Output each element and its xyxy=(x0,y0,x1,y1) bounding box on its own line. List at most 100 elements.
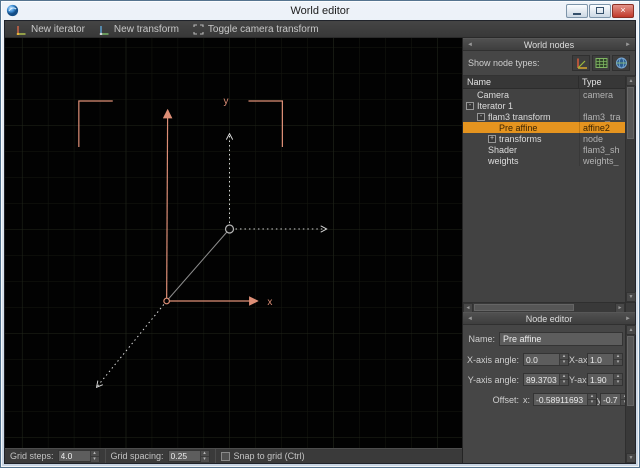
node-type-filter-globe-button[interactable] xyxy=(612,55,630,71)
scrollbar-corner xyxy=(625,302,635,312)
row-label: transforms xyxy=(499,134,542,144)
snap-to-grid-checkbox[interactable] xyxy=(221,452,230,461)
spin-down-icon[interactable]: ▾ xyxy=(201,457,209,462)
grid-steps-value[interactable] xyxy=(59,451,90,461)
collapse-right-icon[interactable]: ► xyxy=(625,40,631,50)
spin-down-icon[interactable]: ▾ xyxy=(560,380,568,385)
close-icon: × xyxy=(620,6,625,15)
tree-row-pre-affine[interactable]: Pre affine affine2 xyxy=(463,122,625,133)
grid-major xyxy=(5,38,462,448)
node-type-filter-axes-button[interactable] xyxy=(572,55,590,71)
tree-expander-icon[interactable]: - xyxy=(477,113,485,121)
node-editor-header[interactable]: ◄ Node editor ► xyxy=(463,312,635,325)
row-label: weights xyxy=(488,156,519,166)
scrollbar-thumb[interactable] xyxy=(627,336,634,406)
tree-expander-icon[interactable]: - xyxy=(466,102,474,110)
maximize-button[interactable] xyxy=(589,4,611,18)
scroll-up-icon[interactable]: ▲ xyxy=(626,325,636,335)
offset-x-label: x: xyxy=(523,395,533,405)
new-iterator-button[interactable]: New iterator xyxy=(11,23,90,36)
x-axis-angle-input[interactable]: ▴ ▾ xyxy=(523,353,569,366)
offset-y-value[interactable] xyxy=(601,394,620,405)
spin-down-icon[interactable]: ▾ xyxy=(614,380,622,385)
y-axis-length-label: Y-axis length: xyxy=(569,375,587,385)
column-header-name[interactable]: Name xyxy=(463,76,579,88)
world-nodes-title: World nodes xyxy=(524,40,574,50)
tree-row-camera[interactable]: Camera camera xyxy=(463,89,625,100)
grid-steps-input[interactable]: ▴ ▾ xyxy=(58,450,100,462)
toggle-camera-transform-icon xyxy=(193,24,204,35)
node-editor-title: Node editor xyxy=(526,314,573,324)
spin-down-icon[interactable]: ▾ xyxy=(91,457,99,462)
grid-filter-icon xyxy=(595,57,608,69)
minimize-button[interactable] xyxy=(566,4,588,18)
tree-expander-icon[interactable]: + xyxy=(488,135,496,143)
y-axis-angle-input[interactable]: ▴ ▾ xyxy=(523,373,569,386)
collapse-right-icon[interactable]: ► xyxy=(625,314,631,324)
grid-spacing-label: Grid spacing: xyxy=(111,451,164,461)
grid-spacing-value[interactable] xyxy=(169,451,200,461)
node-editor-panel: Name: X-axis angle: ▴ ▾ xyxy=(463,325,635,463)
tree-row-iterator-1[interactable]: - Iterator 1 xyxy=(463,100,625,111)
name-label: Name: xyxy=(465,334,499,344)
y-axis-length-input[interactable]: ▴ ▾ xyxy=(587,373,623,386)
new-transform-button[interactable]: New transform xyxy=(94,23,184,36)
row-type: affine2 xyxy=(579,122,625,133)
node-handle[interactable] xyxy=(226,225,234,233)
statusbar-separator xyxy=(105,449,106,463)
row-label: Iterator 1 xyxy=(477,101,513,111)
close-button[interactable]: × xyxy=(612,4,634,18)
scroll-up-icon[interactable]: ▲ xyxy=(626,76,636,86)
scrollbar-thumb[interactable] xyxy=(627,87,634,139)
world-editor-window: World editor × New iterator xyxy=(0,0,640,468)
row-label: Pre affine xyxy=(499,123,537,133)
tree-header: Name Type xyxy=(463,76,625,89)
name-input[interactable] xyxy=(499,332,623,346)
axis-label-y: y xyxy=(224,96,229,107)
toggle-camera-transform-button[interactable]: Toggle camera transform xyxy=(188,23,324,36)
row-type: camera xyxy=(579,89,625,100)
row-type: flam3_sh xyxy=(579,144,625,155)
y-axis-angle-label: Y-axis angle: xyxy=(465,375,523,385)
tree-vertical-scrollbar[interactable]: ▲ ▼ xyxy=(625,76,635,302)
node-editor-vertical-scrollbar[interactable]: ▲ ▼ xyxy=(625,325,635,463)
scroll-down-icon[interactable]: ▼ xyxy=(626,453,636,463)
spin-down-icon[interactable]: ▾ xyxy=(560,360,568,365)
spin-down-icon[interactable]: ▾ xyxy=(588,400,596,405)
y-axis-angle-value[interactable] xyxy=(524,374,559,385)
spin-down-icon[interactable]: ▾ xyxy=(614,360,622,365)
tree-row-weights[interactable]: weights weights_ xyxy=(463,155,625,166)
x-axis-angle-label: X-axis angle: xyxy=(465,355,523,365)
scrollbar-thumb[interactable] xyxy=(474,304,574,311)
x-axis-angle-value[interactable] xyxy=(524,354,559,365)
tree-row-transforms[interactable]: + transforms node xyxy=(463,133,625,144)
world-nodes-header[interactable]: ◄ World nodes ► xyxy=(463,38,635,51)
collapse-left-icon[interactable]: ◄ xyxy=(467,40,473,50)
grid-steps-label: Grid steps: xyxy=(10,451,54,461)
new-iterator-label: New iterator xyxy=(31,24,85,35)
new-transform-label: New transform xyxy=(114,24,179,35)
toolbar: New iterator New transform Toggle camera… xyxy=(5,21,635,38)
toggle-camera-transform-label: Toggle camera transform xyxy=(208,24,319,35)
tree-row-shader[interactable]: Shader flam3_sh xyxy=(463,144,625,155)
scroll-down-icon[interactable]: ▼ xyxy=(626,292,636,302)
collapse-left-icon[interactable]: ◄ xyxy=(467,314,473,324)
node-type-filter-grid-button[interactable] xyxy=(592,55,610,71)
statusbar-separator xyxy=(215,449,216,463)
axis-label-x: x xyxy=(267,297,272,308)
tree-row-flam3-transform[interactable]: - flam3 transform flam3_tra xyxy=(463,111,625,122)
tree-horizontal-scrollbar[interactable]: ◄ ► xyxy=(463,302,625,312)
column-header-type[interactable]: Type xyxy=(579,76,625,88)
titlebar[interactable]: World editor × xyxy=(1,1,639,20)
viewport[interactable]: y x xyxy=(5,38,462,448)
affine-origin-handle[interactable] xyxy=(164,298,170,304)
offset-x-value[interactable] xyxy=(534,394,587,405)
offset-x-input[interactable]: ▴ ▾ xyxy=(533,393,597,406)
y-axis-length-value[interactable] xyxy=(588,374,613,385)
x-axis-length-value[interactable] xyxy=(588,354,613,365)
x-axis-length-input[interactable]: ▴ ▾ xyxy=(587,353,623,366)
row-label: flam3 transform xyxy=(488,112,551,122)
x-axis-length-label: X-axis length: xyxy=(569,355,587,365)
grid-spacing-input[interactable]: ▴ ▾ xyxy=(168,450,210,462)
new-transform-icon xyxy=(99,24,110,35)
